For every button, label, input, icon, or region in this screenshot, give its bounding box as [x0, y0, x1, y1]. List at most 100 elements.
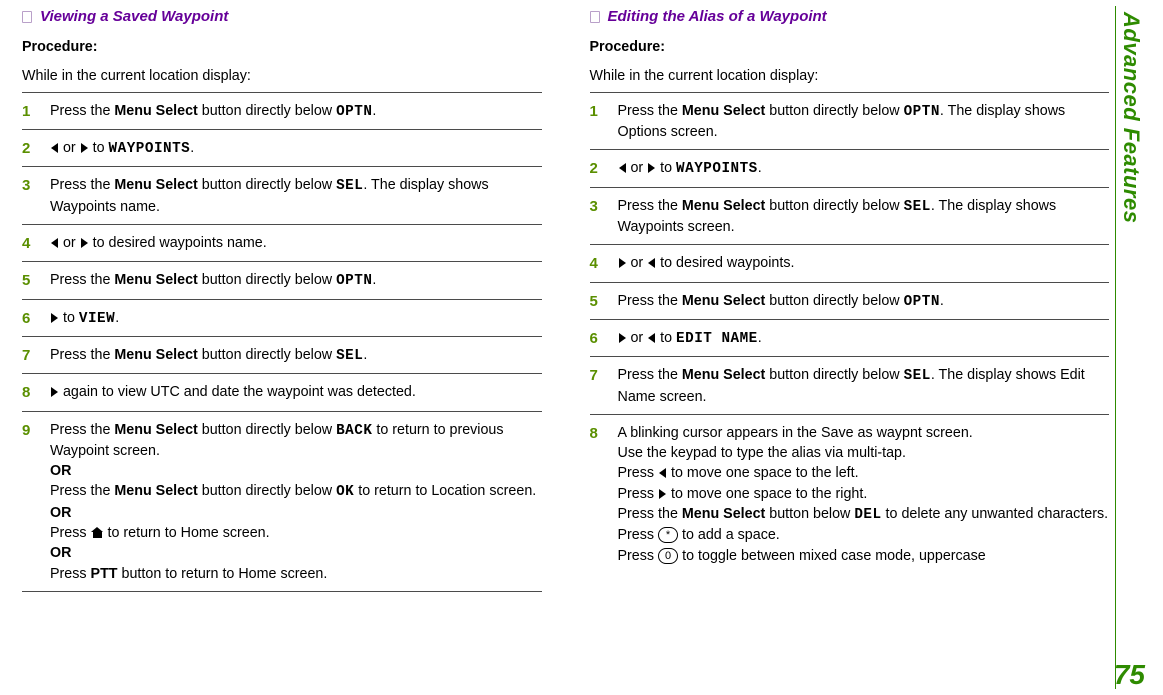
right-arrow-icon	[51, 387, 58, 397]
step-number: 5	[22, 270, 36, 291]
step: 7 Press the Menu Select button directly …	[590, 357, 1110, 415]
text: to add a space.	[678, 527, 780, 543]
text: or	[59, 235, 80, 251]
softkey-label: OK	[336, 484, 354, 500]
step: 1 Press the Menu Select button directly …	[590, 92, 1110, 151]
softkey-label: BACK	[336, 423, 372, 439]
text: button directly below	[198, 422, 336, 438]
step-number: 5	[590, 291, 604, 312]
steps-left: 1 Press the Menu Select button directly …	[22, 92, 542, 592]
step-body: Press the Menu Select button directly be…	[618, 291, 1110, 312]
step-number: 2	[22, 138, 36, 159]
text: Press the	[50, 272, 114, 288]
step: 5 Press the Menu Select button directly …	[590, 283, 1110, 320]
text: or	[627, 160, 648, 176]
step-body: Press the Menu Select button directly be…	[618, 101, 1110, 143]
text: to	[656, 330, 676, 346]
text: button directly below	[198, 103, 336, 119]
document-icon	[22, 11, 32, 23]
step-number: 7	[22, 345, 36, 366]
step: 7 Press the Menu Select button directly …	[22, 337, 542, 374]
text: Press the	[618, 506, 682, 522]
step-body: or to WAYPOINTS.	[618, 158, 1110, 179]
step-body: Press the Menu Select button directly be…	[618, 196, 1110, 238]
text: Press	[618, 465, 659, 481]
left-arrow-icon	[648, 258, 655, 268]
text: Press the	[50, 177, 114, 193]
step-body: Press the Menu Select button directly be…	[50, 270, 542, 291]
text: .	[940, 293, 944, 309]
step: 4 or to desired waypoints name.	[22, 225, 542, 262]
text: Use the keypad to type the alias via mul…	[618, 445, 906, 461]
section-title-text: Viewing a Saved Waypoint	[40, 6, 228, 27]
text: .	[758, 160, 762, 176]
text: Press	[618, 527, 659, 543]
text: Press	[50, 525, 91, 541]
softkey-label: EDIT NAME	[676, 331, 758, 347]
text: to move one space to the right.	[667, 486, 867, 502]
step-body: Press the Menu Select button directly be…	[618, 365, 1110, 407]
step: 2 or to WAYPOINTS.	[22, 130, 542, 167]
page-number: 75	[1114, 659, 1145, 691]
text: .	[372, 103, 376, 119]
text: Press	[618, 486, 659, 502]
right-arrow-icon	[659, 489, 666, 499]
left-arrow-icon	[619, 163, 626, 173]
step: 6 or to EDIT NAME.	[590, 320, 1110, 357]
step-body: Press the Menu Select button directly be…	[50, 175, 542, 217]
bold-text: Menu Select	[682, 198, 765, 214]
step-number: 6	[22, 308, 36, 329]
right-column: Editing the Alias of a Waypoint Procedur…	[590, 6, 1110, 689]
procedure-label: Procedure:	[590, 37, 1110, 57]
right-arrow-icon	[648, 163, 655, 173]
text: .	[190, 140, 194, 156]
text: or	[59, 140, 80, 156]
right-arrow-icon	[81, 238, 88, 248]
text: again to view UTC and date the waypoint …	[59, 384, 416, 400]
right-arrow-icon	[619, 258, 626, 268]
softkey-label: DEL	[854, 507, 881, 523]
text: to return to Home screen.	[104, 525, 270, 541]
step-body: or to desired waypoints name.	[50, 233, 542, 253]
text: to toggle between mixed case mode, upper…	[678, 548, 986, 564]
bold-text: Menu Select	[682, 293, 765, 309]
left-column: Viewing a Saved Waypoint Procedure: Whil…	[22, 6, 542, 689]
bold-text: Menu Select	[682, 103, 765, 119]
text: Press	[50, 566, 91, 582]
text: Press the	[50, 347, 114, 363]
softkey-label: VIEW	[79, 311, 115, 327]
step: 1 Press the Menu Select button directly …	[22, 92, 542, 130]
step-number: 7	[590, 365, 604, 386]
step-body: or to desired waypoints.	[618, 253, 1110, 273]
step-number: 4	[22, 233, 36, 254]
text: button directly below	[765, 198, 903, 214]
step-number: 6	[590, 328, 604, 349]
step-number: 1	[22, 101, 36, 122]
intro-text: While in the current location display:	[590, 66, 1110, 86]
softkey-label: WAYPOINTS	[676, 161, 758, 177]
procedure-label: Procedure:	[22, 37, 542, 57]
sidebar: Advanced Features	[1109, 6, 1153, 689]
text: to move one space to the left.	[667, 465, 859, 481]
text: Press the	[50, 422, 114, 438]
text: Press the	[50, 483, 114, 499]
bold-text: Menu Select	[114, 272, 197, 288]
softkey-label: SEL	[336, 178, 363, 194]
section-title-right: Editing the Alias of a Waypoint	[590, 6, 1110, 27]
softkey-label: OPTN	[336, 273, 372, 289]
step-body: Press the Menu Select button directly be…	[50, 345, 542, 366]
text: A blinking cursor appears in the Save as…	[618, 425, 973, 441]
left-arrow-icon	[659, 468, 666, 478]
step-body: Press the Menu Select button directly be…	[50, 420, 542, 584]
bold-text: Menu Select	[682, 506, 765, 522]
text: button directly below	[198, 177, 336, 193]
star-key-icon: *	[658, 527, 678, 543]
text: button directly below	[198, 347, 336, 363]
or-label: OR	[50, 463, 71, 479]
right-arrow-icon	[81, 143, 88, 153]
text: .	[115, 310, 119, 326]
step-body: or to WAYPOINTS.	[50, 138, 542, 159]
step-number: 1	[590, 101, 604, 122]
text: to desired waypoints name.	[89, 235, 267, 251]
document-icon	[590, 11, 600, 23]
